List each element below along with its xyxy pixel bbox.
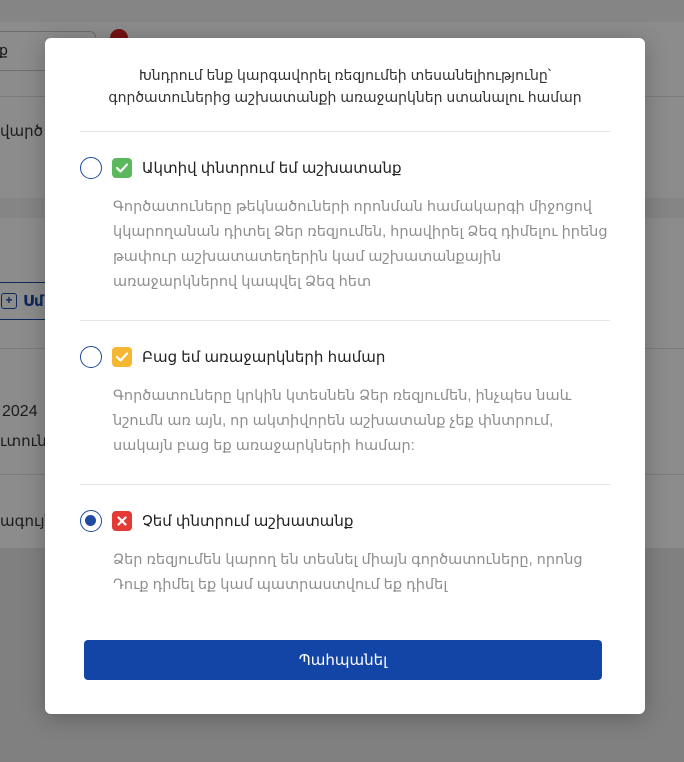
radio-button-selected[interactable]: [80, 510, 102, 532]
option-label: Բաց եմ առաջարկների համար: [142, 349, 386, 366]
option-not-searching[interactable]: Չեմ փնտրում աշխատանք Ձեր ռեզյումեն կարող…: [80, 510, 610, 600]
option-label: Ակտիվ փնտրում եմ աշխատանք: [142, 160, 402, 177]
check-icon: [112, 158, 132, 178]
modal-title: Խնդրում ենք կարգավորել ռեզյումեի տեսանել…: [45, 64, 645, 108]
radio-button[interactable]: [80, 346, 102, 368]
option-description: Գործատուները թեկնածուների որոնման համակա…: [113, 199, 608, 290]
x-icon: [112, 511, 132, 531]
option-description: Գործատուները կրկին կտեսնեն Ձեր ռեզյումեն…: [113, 388, 572, 454]
option-active-search[interactable]: Ակտիվ փնտրում եմ աշխատանք Գործատուները թ…: [80, 157, 610, 307]
option-open-to-offers[interactable]: Բաց եմ առաջարկների համար Գործատուները կր…: [80, 346, 610, 466]
modal-title-line: Խնդրում ենք կարգավորել ռեզյումեի տեսանել…: [138, 67, 552, 83]
check-icon: [112, 347, 132, 367]
divider: [80, 131, 610, 132]
option-description: Ձեր ռեզյումեն կարող են տեսնել միայն գործ…: [113, 552, 583, 593]
save-button[interactable]: Պահպանել: [84, 640, 602, 680]
radio-button[interactable]: [80, 157, 102, 179]
option-label: Չեմ փնտրում աշխատանք: [142, 513, 354, 530]
divider: [80, 320, 610, 321]
divider: [80, 484, 610, 485]
modal-title-line: գործատուներից աշխատանքի առաջարկներ ստանա…: [108, 89, 582, 105]
visibility-modal: Խնդրում ենք կարգավորել ռեզյումեի տեսանել…: [45, 38, 645, 714]
